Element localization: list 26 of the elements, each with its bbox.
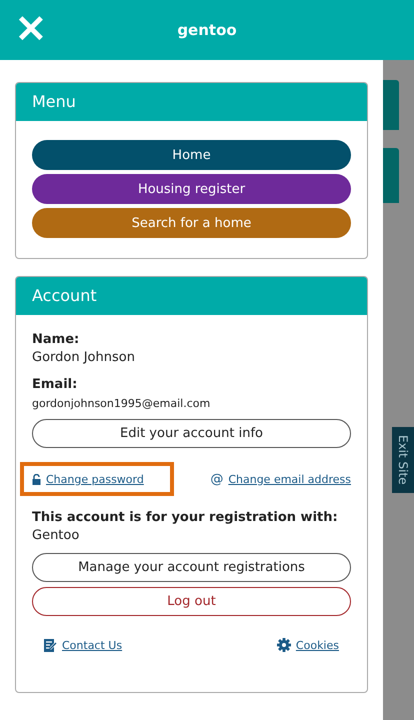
menu-button[interactable]: Housing register [32,174,351,204]
name-text: Gordon Johnson [32,350,136,365]
edit-document-icon [44,638,57,652]
logout-button[interactable]: Log out [32,587,351,616]
menu-button[interactable]: Search for a home [32,208,351,238]
logo: gentoo [177,21,237,39]
email-text: gordonjohnson1995@email.com [32,397,212,410]
padlock-icon [32,474,41,484]
edit-account-button[interactable]: Edit your account info [32,419,351,448]
at-sign-icon: @ [210,472,224,486]
menu-button[interactable]: Home [32,140,351,170]
exit-site-button[interactable]: Exit Site [392,427,414,493]
background-panel [383,148,399,203]
link[interactable]: Change email address [228,472,351,486]
link[interactable]: Contact Us [62,638,122,652]
background-panel [383,80,399,130]
card-title: Account [16,277,367,315]
field-label: Email: [32,377,78,392]
gear-icon [276,638,291,652]
link[interactable]: Cookies [296,638,339,652]
registration-text: Gentoo [32,528,80,543]
manage-registrations-button[interactable]: Manage your account registrations [32,553,351,582]
card-title: Menu [16,83,367,121]
registration-heading: This account is for your registration with: [32,510,339,525]
link[interactable]: Change password [46,472,144,486]
field-label: Name: [32,332,80,347]
